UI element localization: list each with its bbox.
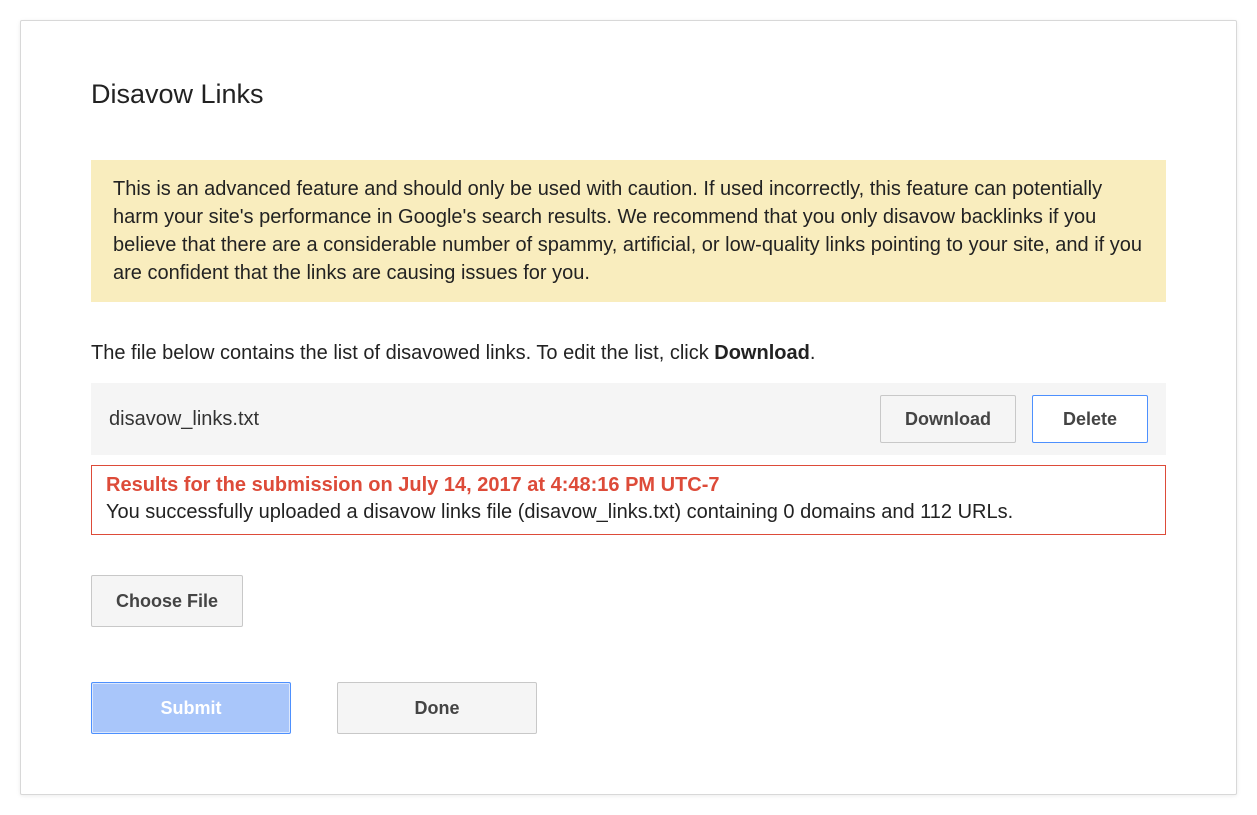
choose-file-button[interactable]: Choose File — [91, 575, 243, 627]
instruction-text: The file below contains the list of disa… — [91, 342, 1166, 365]
file-row: disavow_links.txt Download Delete — [91, 383, 1166, 455]
file-name: disavow_links.txt — [109, 408, 880, 431]
result-box: Results for the submission on July 14, 2… — [91, 465, 1166, 535]
download-button[interactable]: Download — [880, 395, 1016, 443]
result-header: Results for the submission on July 14, 2… — [106, 474, 1151, 497]
warning-notice: This is an advanced feature and should o… — [91, 160, 1166, 302]
instruction-suffix: . — [810, 342, 816, 364]
instruction-bold: Download — [714, 342, 810, 364]
result-body: You successfully uploaded a disavow link… — [106, 501, 1151, 524]
delete-button[interactable]: Delete — [1032, 395, 1148, 443]
done-button[interactable]: Done — [337, 682, 537, 734]
instruction-prefix: The file below contains the list of disa… — [91, 342, 714, 364]
choose-file-row: Choose File — [91, 575, 1166, 627]
action-row: Submit Done — [91, 682, 1166, 734]
page-title: Disavow Links — [91, 79, 1166, 110]
submit-button[interactable]: Submit — [91, 682, 291, 734]
disavow-links-card: Disavow Links This is an advanced featur… — [20, 20, 1237, 795]
